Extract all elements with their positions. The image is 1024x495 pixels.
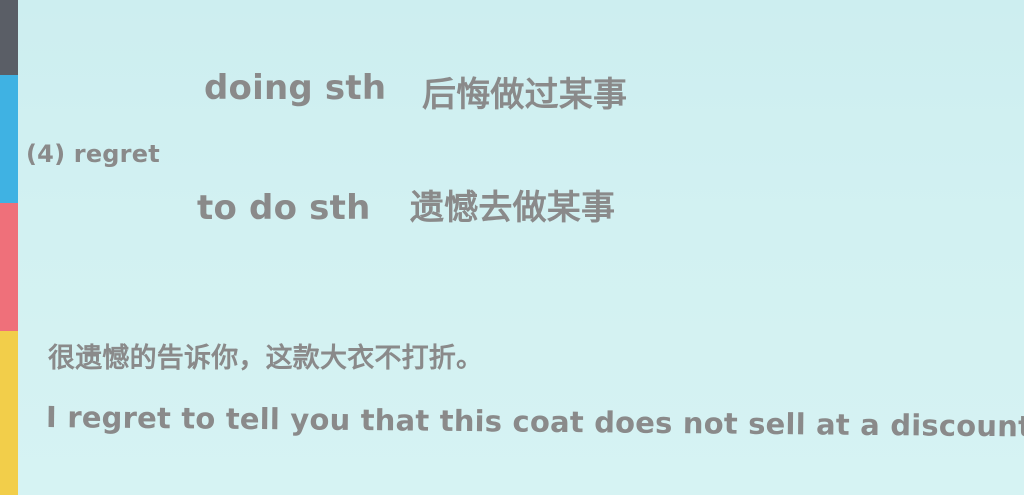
example-sentence-english: I regret to tell you that this coat does… (45, 400, 1024, 444)
example-sentence-chinese: 很遗憾的告诉你，这款大衣不打折。 (48, 343, 484, 374)
strip-segment-red (0, 203, 18, 331)
pattern-doing-sth: doing sth (204, 68, 387, 108)
left-color-strip (0, 0, 18, 495)
strip-segment-blue (0, 75, 18, 203)
meaning-to-do-sth: 遗憾去做某事 (410, 188, 616, 228)
meaning-doing-sth: 后悔做过某事 (422, 75, 628, 115)
item-label-regret: (4) regret (26, 140, 160, 168)
pattern-to-do-sth: to do sth (197, 188, 371, 228)
strip-segment-yellow (0, 331, 18, 495)
strip-segment-dark (0, 0, 18, 75)
